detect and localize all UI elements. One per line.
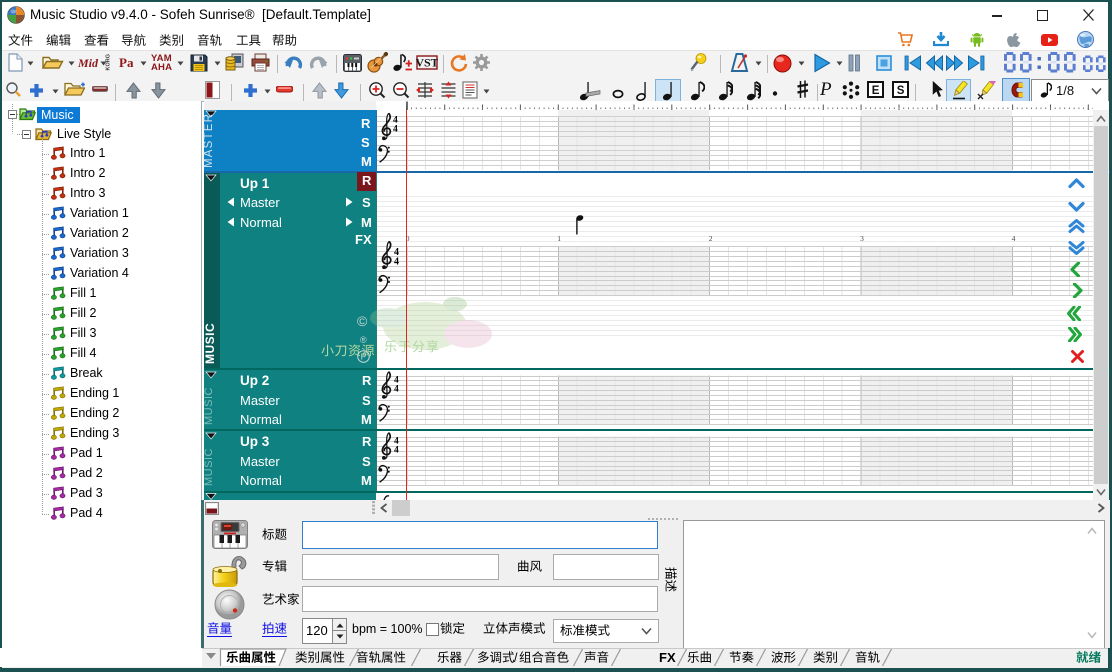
svg-text:4: 4 (394, 385, 399, 395)
svg-text:4: 4 (393, 125, 398, 135)
svg-text:4: 4 (394, 446, 399, 456)
svg-text:E: E (872, 85, 880, 97)
svg-text:VST: VST (416, 56, 438, 70)
svg-text:4: 4 (394, 257, 399, 268)
svg-text:S: S (897, 85, 905, 97)
